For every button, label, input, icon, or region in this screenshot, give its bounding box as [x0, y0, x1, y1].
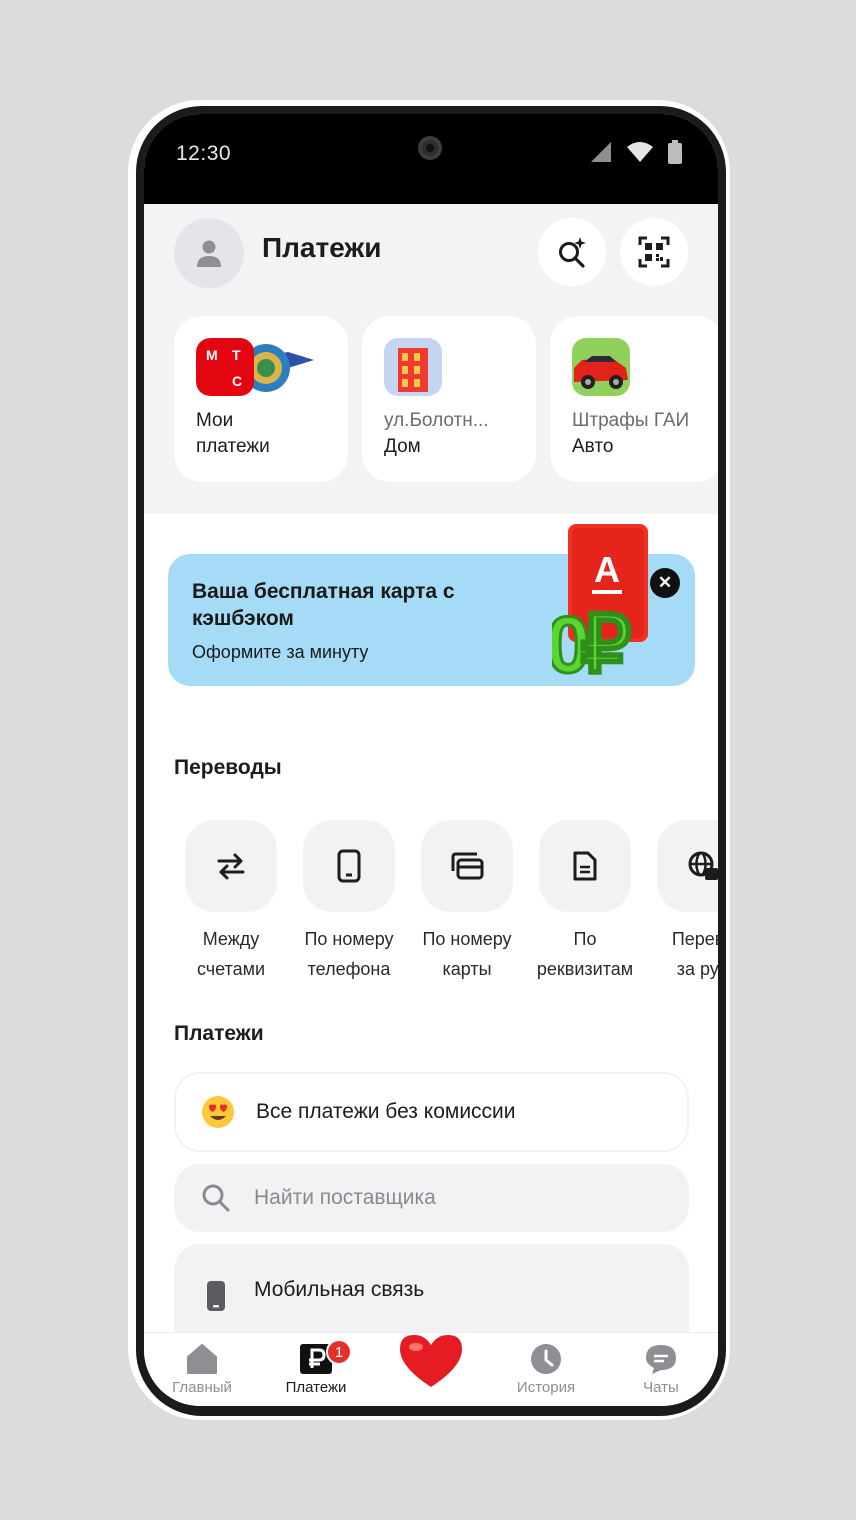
nav-chats[interactable]: Чаты	[611, 1343, 711, 1396]
transfer-by-card[interactable]: По номеру карты	[420, 820, 514, 984]
quick-card-my-payments[interactable]: М Т С Мои платежи	[174, 316, 348, 482]
transfer-by-details[interactable]: По реквизитам	[537, 820, 633, 984]
transfer-label: Перево за руб	[671, 929, 718, 979]
status-bar: 12:30	[144, 114, 718, 204]
transfer-by-phone[interactable]: По номеру телефона	[302, 820, 396, 984]
nav-home[interactable]: Главный	[152, 1343, 252, 1396]
history-clock-icon	[531, 1344, 561, 1374]
promo-subtitle: Оформите за минуту	[192, 642, 369, 662]
quick-card-home[interactable]: ул.Болотн... Дом	[362, 316, 536, 482]
signal-icon	[591, 142, 611, 162]
notification-badge: 1	[326, 1339, 352, 1365]
svg-text:С: С	[232, 373, 242, 389]
car-icon	[572, 338, 630, 396]
app-screen: 12:30 Платежи М Т С Мои платежи ул.Болот…	[144, 114, 718, 1406]
bottom-nav: Главный 1 Платежи История Чаты	[144, 1332, 718, 1406]
quick-card-line1: Мои	[196, 410, 234, 431]
home-icon	[187, 1344, 217, 1374]
status-time: 12:30	[176, 142, 232, 165]
svg-text:Т: Т	[232, 347, 241, 363]
mobile-payment-label: Мобильная связь	[254, 1278, 425, 1301]
mts-logo-icon: М Т С	[196, 338, 316, 396]
nav-heart[interactable]	[381, 1331, 481, 1391]
transfer-abroad[interactable]: Перево за руб	[656, 820, 718, 984]
heart-eyes-emoji-icon	[200, 1094, 236, 1130]
qr-scan-button[interactable]	[620, 218, 688, 286]
promo-card-illustration: А 0₽	[552, 524, 648, 684]
search-icon	[198, 1180, 234, 1216]
building-icon	[384, 338, 442, 396]
document-icon	[573, 851, 597, 881]
transfers-row: Между счетами По номеру телефона По номе…	[184, 820, 718, 984]
promo-title: Ваша бесплатная карта с кэшбэком	[192, 580, 455, 630]
battery-icon	[668, 140, 682, 164]
quick-card-line2: Дом	[384, 436, 421, 457]
nav-label: Главный	[172, 1379, 232, 1396]
search-placeholder: Найти поставщика	[254, 1186, 436, 1209]
payments-section-title: Платежи	[174, 1022, 264, 1045]
avatar[interactable]	[174, 218, 244, 288]
transfer-between-accounts[interactable]: Между счетами	[184, 820, 278, 984]
nav-label: Платежи	[285, 1379, 347, 1396]
globe-icon	[688, 851, 718, 880]
quick-card-fines[interactable]: Штрафы ГАИ Авто	[550, 316, 718, 482]
search-sparkle-icon	[559, 237, 586, 268]
no-commission-payments-row[interactable]: Все платежи без комиссии	[174, 1072, 689, 1152]
quick-card-line1: ул.Болотн...	[384, 410, 489, 431]
phone-icon	[337, 849, 361, 883]
wifi-icon	[627, 142, 653, 162]
cards-icon	[451, 852, 484, 880]
provider-search-field[interactable]: Найти поставщика	[174, 1164, 689, 1232]
front-camera	[418, 136, 442, 160]
nav-payments[interactable]: 1 Платежи	[266, 1339, 366, 1396]
svg-text:М: М	[206, 347, 218, 363]
nav-label: Чаты	[643, 1379, 679, 1396]
heart-icon	[400, 1335, 462, 1387]
chat-icon	[646, 1345, 676, 1374]
smart-search-button[interactable]	[538, 218, 606, 286]
nav-label: История	[516, 1379, 576, 1396]
promo-close-button[interactable]: ✕	[650, 568, 680, 598]
quick-card-line1: Штрафы ГАИ	[572, 410, 690, 431]
quick-card-line2: Авто	[572, 436, 614, 457]
swap-arrows-icon	[217, 853, 245, 880]
nav-history[interactable]: История	[496, 1343, 596, 1396]
promo-banner[interactable]: Ваша бесплатная карта с кэшбэком Оформит…	[168, 524, 695, 686]
transfers-section-title: Переводы	[174, 756, 282, 779]
svg-text:0₽: 0₽	[552, 600, 630, 684]
qr-code-icon	[638, 236, 670, 268]
close-icon: ✕	[657, 573, 673, 592]
mobile-phone-icon	[198, 1278, 234, 1314]
header-area: Платежи М Т С Мои платежи ул.Болотн... Д…	[144, 204, 718, 514]
quick-card-line2: платежи	[196, 436, 270, 457]
no-commission-label: Все платежи без комиссии	[256, 1100, 516, 1123]
user-icon	[197, 240, 221, 267]
svg-text:А: А	[594, 549, 620, 590]
page-title: Платежи	[262, 232, 382, 263]
